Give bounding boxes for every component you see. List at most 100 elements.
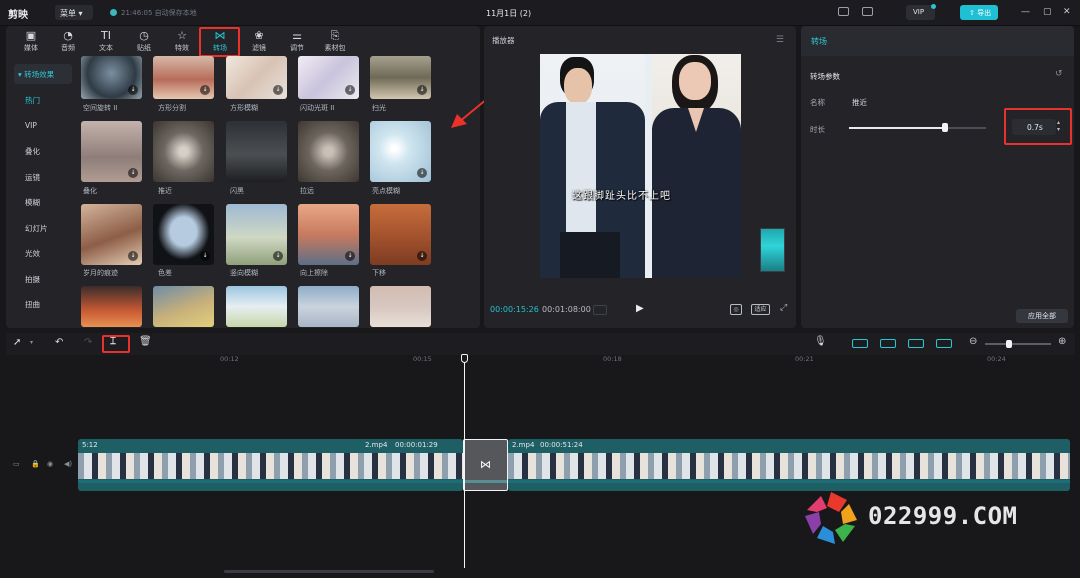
zoom-out-icon[interactable]: ⊖ [969,336,977,347]
link-icon[interactable] [852,339,868,348]
linkage-icon[interactable] [908,339,924,348]
download-icon[interactable]: ↓ [128,251,138,261]
microphone-icon[interactable]: 🎙 [814,336,827,347]
effect-thumb[interactable]: ↓ [226,204,287,265]
category-blur[interactable]: 模糊 [14,191,72,217]
tab-filter[interactable]: ❀ 滤镜 [241,29,277,55]
download-icon[interactable]: ↓ [128,168,138,178]
minimize-icon[interactable]: — [1021,7,1030,17]
reset-icon[interactable]: ↺ [1055,69,1063,79]
undo-icon[interactable]: ↶ [55,337,63,348]
download-icon[interactable]: ↓ [417,85,427,95]
effect-thumb[interactable] [153,121,214,182]
tab-effects[interactable]: ☆ 特效 [164,29,200,55]
lock-icon[interactable]: 🔒 [31,460,40,468]
tab-audio[interactable]: ◔ 音频 [50,29,86,55]
mute-icon[interactable]: ◀) [64,460,72,468]
zoom-handle[interactable] [1006,340,1012,348]
tab-package[interactable]: ⎘ 素材包 [317,29,353,55]
time-ruler[interactable]: 00:12 00:15 00:18 00:21 00:24 [84,355,1075,367]
effect-thumb[interactable]: ↓ [298,204,359,265]
effect-thumb[interactable] [226,286,287,327]
effect-thumb[interactable] [226,121,287,182]
apply-all-button[interactable]: 应用全部 [1016,309,1068,323]
transition-block[interactable]: ⋈ [463,439,508,491]
effect-thumb[interactable]: ↓ [298,56,359,99]
effect-label: 岁月的痕迹 [83,269,118,277]
category-distort[interactable]: 扭曲 [14,293,72,319]
effect-thumb[interactable]: ↓ [226,56,287,99]
effect-thumb[interactable]: ↓ [81,56,142,99]
effect-thumb[interactable] [81,286,142,327]
zoom-in-icon[interactable]: ⊕ [1058,336,1066,347]
clip-name: 2.mp4 [512,441,535,449]
top-bar: 剪映 菜单 ▾ 21:46:05 自动保存本地 11月1日 (2) VIP ⇧ … [0,0,1080,26]
download-icon[interactable]: ↓ [128,85,138,95]
effect-thumb[interactable]: ↓ [370,121,431,182]
effect-label: 扫光 [372,104,386,112]
video-subtitle: 这跟脚趾头比不上吧 [572,191,671,202]
keyboard-icon[interactable] [838,7,849,16]
category-dissolve[interactable]: 叠化 [14,140,72,166]
watermark-text: 022999.COM [868,502,1018,530]
category-slides[interactable]: 幻灯片 [14,217,72,243]
download-icon[interactable]: ↓ [345,85,355,95]
category-camera[interactable]: 运镜 [14,166,72,192]
effect-label: 闪黑 [230,187,244,195]
timeline-scrollbar[interactable] [224,570,434,573]
download-icon[interactable]: ↓ [273,251,283,261]
download-icon[interactable]: ↓ [417,251,427,261]
timeline-toggle-icon[interactable] [593,305,607,315]
tab-adjust[interactable]: ⚌ 调节 [279,29,315,55]
duration-slider-handle[interactable] [941,123,948,132]
category-hot[interactable]: 热门 [14,89,72,115]
visibility-icon[interactable]: ◉ [47,460,53,468]
chevron-down-icon[interactable]: ▾ [30,339,33,346]
text-icon: TI [101,29,111,42]
maximize-icon[interactable]: ▢ [1043,7,1052,17]
effect-thumb[interactable]: ↓ [81,121,142,182]
zoom-slider[interactable] [985,343,1051,345]
delete-icon[interactable]: 🗑 [139,336,152,347]
play-icon[interactable]: ▶ [636,303,644,314]
tab-sticker[interactable]: ◷ 贴纸 [126,29,162,55]
effect-thumb[interactable]: ↓ [81,204,142,265]
highlight-box [1004,108,1072,145]
person-shirt [566,102,596,232]
clip-filmstrip [78,453,463,479]
menu-button[interactable]: 菜单 ▾ [55,5,93,20]
menu-icon[interactable]: ☰ [776,35,784,45]
download-icon[interactable]: ↓ [200,251,210,261]
download-icon[interactable]: ↓ [417,168,427,178]
playhead[interactable] [464,355,465,568]
select-tool-icon[interactable]: ➚ [13,337,21,348]
tab-text[interactable]: TI 文本 [88,29,124,55]
snap-icon[interactable] [880,339,896,348]
effect-thumb[interactable] [370,286,431,327]
category-shooting[interactable]: 拍摄 [14,268,72,294]
category-vip[interactable]: VIP [14,115,72,141]
effect-thumb[interactable] [153,286,214,327]
capture-icon[interactable]: ◎ [730,304,742,315]
download-icon[interactable]: ↓ [345,251,355,261]
category-transitions[interactable]: ▾ 转场效果 [14,64,72,84]
playhead-handle[interactable] [461,354,468,363]
tab-media[interactable]: ▣ 媒体 [13,29,49,55]
effect-thumb[interactable] [298,121,359,182]
layout-icon[interactable] [862,7,873,16]
effect-thumb[interactable]: ↓ [370,56,431,99]
effect-thumb[interactable] [298,286,359,327]
effect-thumb[interactable]: ↓ [153,204,214,265]
effect-thumb[interactable]: ↓ [370,204,431,265]
download-icon[interactable]: ↓ [200,85,210,95]
preview-axis-icon[interactable] [936,339,952,348]
close-icon[interactable]: ✕ [1063,7,1071,17]
category-light[interactable]: 光效 [14,242,72,268]
export-button[interactable]: ⇧ 导出 [960,5,998,20]
download-icon[interactable]: ↓ [273,85,283,95]
cover-icon[interactable]: ▭ [13,460,20,468]
attribute-tab[interactable]: 转场 [811,36,827,47]
effect-thumb[interactable]: ↓ [153,56,214,99]
ratio-button[interactable]: 适应 [751,304,770,315]
fullscreen-icon[interactable]: ⤢ [780,303,787,313]
